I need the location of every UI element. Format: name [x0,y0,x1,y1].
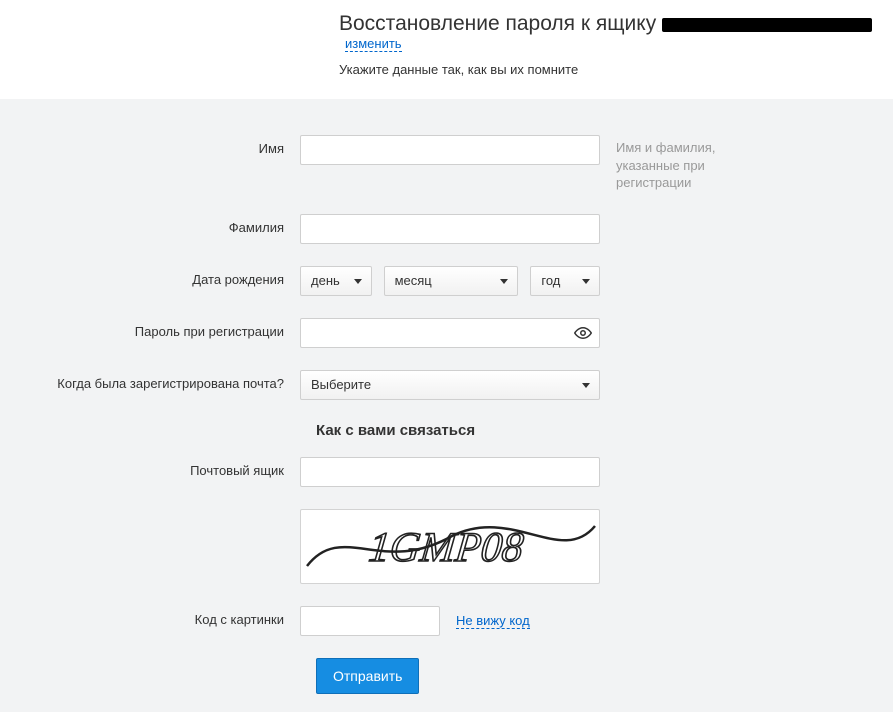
first-name-input[interactable] [300,135,600,165]
first-name-label: Имя [0,135,300,158]
submit-button[interactable]: Отправить [316,658,419,694]
caret-down-icon [500,279,508,284]
caret-down-icon [582,383,590,388]
last-name-input[interactable] [300,214,600,244]
password-reg-label: Пароль при регистрации [0,318,300,341]
dob-year-value: год [541,273,560,288]
when-registered-value: Выберите [311,377,371,392]
captcha-refresh-link[interactable]: Не вижу код [456,613,530,629]
dob-day-value: день [311,273,340,288]
caret-down-icon [582,279,590,284]
captcha-code-label: Код с картинки [0,606,300,629]
name-hint: Имя и фамилия, указанные при регистрации [600,135,770,192]
when-registered-select[interactable]: Выберите [300,370,600,400]
captcha-svg: 1GMP08 [302,511,598,581]
redacted-email [662,18,872,32]
last-name-label: Фамилия [0,214,300,237]
change-link[interactable]: изменить [345,36,402,52]
caret-down-icon [354,279,362,284]
svg-text:1GMP08: 1GMP08 [367,524,526,571]
dob-label: Дата рождения [0,266,300,289]
mailbox-input[interactable] [300,457,600,487]
contact-section-title: Как с вами связаться [316,422,893,439]
captcha-code-input[interactable] [300,606,440,636]
page-title: Восстановление пароля к ящику [339,12,656,36]
toggle-password-visibility[interactable] [572,322,594,344]
mailbox-label: Почтовый ящик [0,457,300,480]
when-registered-label: Когда была зарегистрирована почта? [0,370,300,393]
page-subtitle: Укажите данные так, как вы их помните [339,62,893,77]
dob-day-select[interactable]: день [300,266,372,296]
dob-year-select[interactable]: год [530,266,600,296]
dob-month-value: месяц [395,273,432,288]
password-reg-input[interactable] [300,318,600,348]
form-panel: Имя Имя и фамилия, указанные при регистр… [0,99,893,712]
eye-icon [574,324,592,342]
dob-month-select[interactable]: месяц [384,266,519,296]
captcha-image: 1GMP08 [300,509,600,584]
